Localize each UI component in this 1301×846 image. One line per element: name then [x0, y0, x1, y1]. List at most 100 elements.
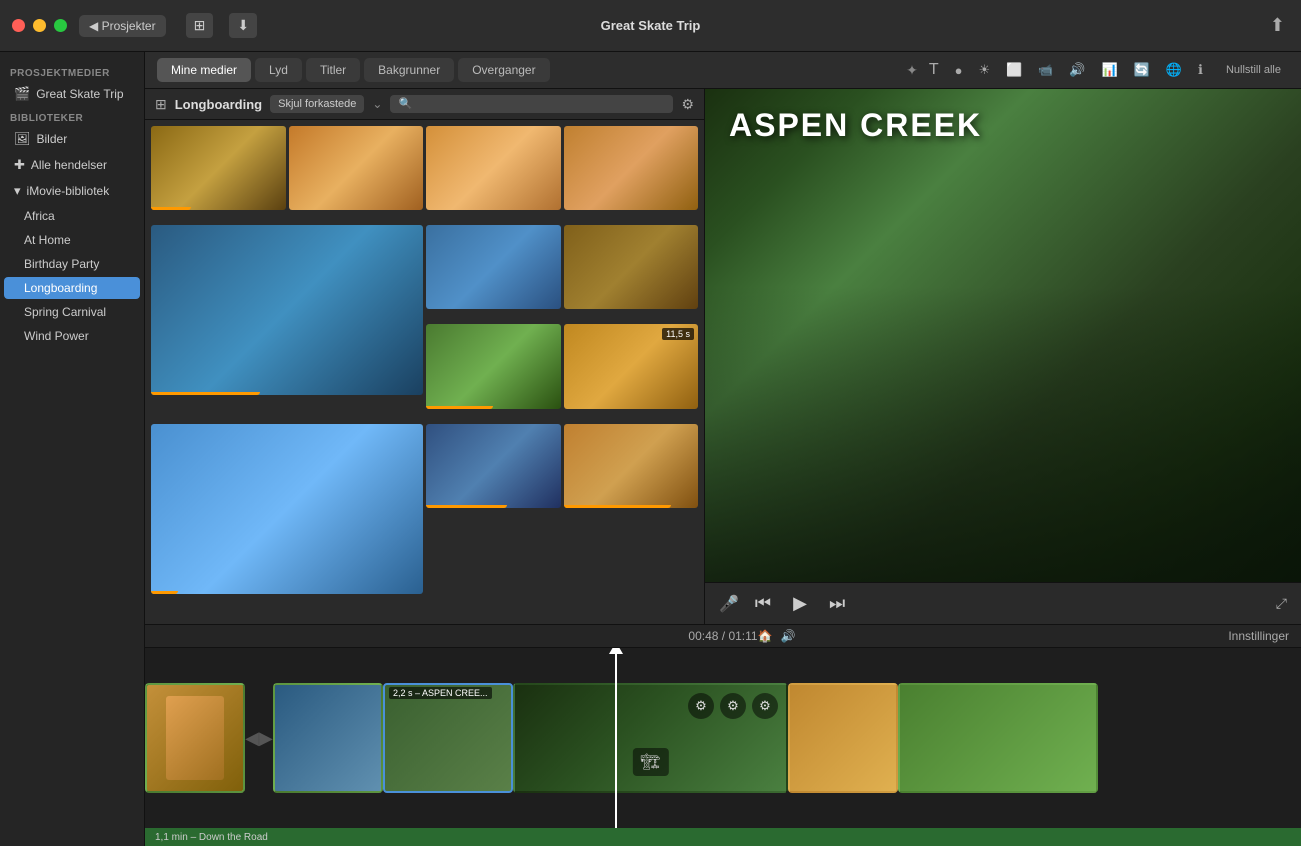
clip-action-icons: ⚙ ⚙ ⚙	[688, 693, 778, 719]
main-content: PROSJEKTMEDIER 🎬 Great Skate Trip BIBLIO…	[0, 52, 1301, 846]
timeline-settings-button[interactable]: Innstillinger	[1228, 629, 1289, 643]
timeline-status-text: 1,1 min – Down the Road	[155, 832, 268, 843]
clip-icon-3[interactable]: ⚙	[752, 693, 778, 719]
media-thumb-1[interactable]	[151, 126, 286, 210]
preview-controls: 🎤 ⏮ ▶ ⏭ ⤢	[705, 582, 1301, 624]
tab-lyd[interactable]: Lyd	[255, 58, 302, 82]
tab-overganger[interactable]: Overganger	[458, 58, 549, 82]
reset-all-button[interactable]: Nullstill alle	[1218, 61, 1289, 79]
sidebar-wind-power-label: Wind Power	[24, 329, 89, 343]
sidebar-spring-carnival-label: Spring Carnival	[24, 305, 106, 319]
sidebar-alle-hendelser-label: Alle hendelser	[31, 158, 107, 172]
sidebar-item-bilder[interactable]: 🖼 Bilder	[4, 127, 140, 151]
microphone-icon[interactable]: 🎤	[719, 594, 739, 614]
window-controls	[12, 19, 67, 32]
right-pane: Mine medier Lyd Titler Bakgrunner Overga…	[145, 52, 1301, 846]
playhead	[615, 648, 617, 828]
video-tool-button[interactable]: 📹	[1033, 60, 1058, 80]
rotate-tool-button[interactable]: 🔄	[1129, 59, 1155, 81]
sidebar-item-spring-carnival[interactable]: Spring Carnival	[4, 301, 140, 323]
timeline-clip-2[interactable]	[273, 683, 383, 793]
timeline-tracks: ◀▶ 2,2 s – ASPEN CREE... ⚙ ⚙	[145, 668, 1301, 808]
timeline-header: 00:48 / 01:11 🏠 🔊 Innstillinger	[145, 625, 1301, 648]
magic-wand-icon[interactable]: ✦	[906, 62, 918, 79]
sidebar-item-birthday-party[interactable]: Birthday Party	[4, 253, 140, 275]
tab-mine-medier[interactable]: Mine medier	[157, 58, 251, 82]
tab-titler[interactable]: Titler	[306, 58, 360, 82]
library-section-label: BIBLIOTEKER	[0, 107, 144, 126]
photos-icon: 🖼	[14, 131, 31, 147]
grid-view-button[interactable]: ⊞	[186, 13, 214, 38]
sidebar-item-alle-hendelser[interactable]: ✚ Alle hendelser	[4, 153, 140, 177]
clip-connector-1: ◀▶	[245, 683, 273, 793]
middle-section: ⊞ Longboarding Skjul forkastede ⌄ ⚙	[145, 89, 1301, 624]
timeline-clip-1[interactable]	[145, 683, 245, 793]
sidebar-item-imovie[interactable]: ▾ iMovie-bibliotek	[4, 179, 140, 203]
sidebar-at-home-label: At Home	[24, 233, 71, 247]
timeline-track-area[interactable]: ◀▶ 2,2 s – ASPEN CREE... ⚙ ⚙	[145, 648, 1301, 828]
sidebar-item-at-home[interactable]: At Home	[4, 229, 140, 251]
media-thumb-12[interactable]	[426, 424, 561, 508]
sidebar-item-africa[interactable]: Africa	[4, 205, 140, 227]
close-button[interactable]	[12, 19, 25, 32]
media-thumb-2[interactable]	[289, 126, 424, 210]
filter-tool-button[interactable]: ☀	[973, 59, 995, 81]
skip-back-button[interactable]: ⏮	[749, 591, 777, 616]
play-button[interactable]: ▶	[787, 591, 813, 616]
skip-forward-button[interactable]: ⏭	[823, 591, 851, 616]
share-button[interactable]: ⬆	[1266, 11, 1289, 40]
fullscreen-button[interactable]: ⤢	[1276, 595, 1287, 612]
globe-tool-button[interactable]: 🌐	[1161, 59, 1187, 81]
minimize-button[interactable]	[33, 19, 46, 32]
window-title: Great Skate Trip	[601, 18, 701, 33]
sidebar-imovie-label: iMovie-bibliotek	[27, 184, 110, 198]
plus-icon: ✚	[14, 157, 25, 173]
clip-label: 2,2 s – ASPEN CREE...	[389, 687, 492, 699]
media-thumb-7[interactable]	[564, 225, 699, 309]
info-tool-button[interactable]: ℹ	[1193, 59, 1208, 81]
chart-tool-button[interactable]: 📊	[1096, 59, 1122, 81]
timeline-clip-4[interactable]: ⚙ ⚙ ⚙ 🏗	[513, 683, 788, 793]
sidebar-birthday-party-label: Birthday Party	[24, 257, 99, 271]
back-button[interactable]: ◀ Prosjekter	[79, 15, 166, 37]
media-thumb-3[interactable]	[426, 126, 561, 210]
sidebar-longboarding-label: Longboarding	[24, 281, 97, 295]
browser-header: ⊞ Longboarding Skjul forkastede ⌄ ⚙	[145, 89, 704, 120]
color-tool-button[interactable]: ●	[950, 60, 968, 81]
duration-badge: 11,5 s	[662, 328, 694, 340]
preview-title: ASPEN CREEK	[705, 89, 1006, 162]
crop-tool-button[interactable]: ⬜	[1001, 59, 1027, 81]
maximize-button[interactable]	[54, 19, 67, 32]
filter-button[interactable]: Skjul forkastede	[270, 95, 364, 113]
media-thumb-8[interactable]	[426, 324, 561, 408]
tab-bakgrunner[interactable]: Bakgrunner	[364, 58, 454, 82]
media-thumb-4[interactable]	[564, 126, 699, 210]
browser-search-input[interactable]	[390, 95, 673, 113]
titlebar: ◀ Prosjekter ⊞ ⬇ Great Skate Trip ⬆	[0, 0, 1301, 52]
browser-settings-button[interactable]: ⚙	[681, 96, 694, 113]
grid-view-toggle[interactable]: ⊞	[155, 96, 167, 113]
media-thumb-9[interactable]: 11,5 s	[564, 324, 699, 408]
timeline-clip-6[interactable]	[898, 683, 1098, 793]
sidebar-bilder-label: Bilder	[37, 132, 68, 146]
media-grid: 11,5 s	[145, 120, 704, 624]
download-button[interactable]: ⬇	[229, 13, 257, 38]
timeline-status-bar: 1,1 min – Down the Road	[145, 828, 1301, 846]
media-thumb-13[interactable]	[564, 424, 699, 508]
sidebar-item-wind-power[interactable]: Wind Power	[4, 325, 140, 347]
clip-inner-icon: 🏗	[632, 748, 668, 776]
clip-icon-1[interactable]: ⚙	[688, 693, 714, 719]
media-thumb-11-large[interactable]	[151, 424, 423, 594]
timeline-section: 00:48 / 01:11 🏠 🔊 Innstillinger	[145, 624, 1301, 846]
media-thumb-6[interactable]	[426, 225, 561, 309]
sidebar-item-great-skate-trip[interactable]: 🎬 Great Skate Trip	[4, 82, 140, 106]
audio-tool-button[interactable]: 🔊	[1064, 59, 1090, 81]
back-label: ◀ Prosjekter	[89, 19, 156, 33]
browser-title: Longboarding	[175, 97, 262, 112]
timeline-clip-3[interactable]: 2,2 s – ASPEN CREE...	[383, 683, 513, 793]
timeline-clip-5[interactable]	[788, 683, 898, 793]
clip-icon-2[interactable]: ⚙	[720, 693, 746, 719]
text-tool-button[interactable]: T	[924, 58, 944, 82]
media-thumb-5-large[interactable]	[151, 225, 423, 395]
sidebar-item-longboarding[interactable]: Longboarding	[4, 277, 140, 299]
